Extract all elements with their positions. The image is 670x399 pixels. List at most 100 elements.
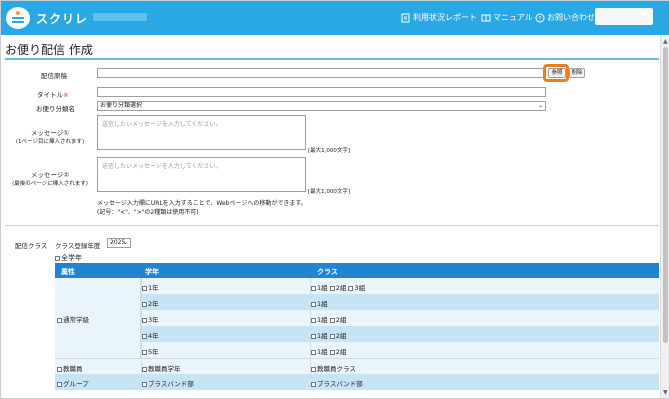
group-grade-cell[interactable]: ブラスバンド部 xyxy=(142,378,194,388)
app-header: スクリレ 利用状況レポート マニュアル ? お問い合わせ xyxy=(1,1,669,35)
staff-grade-label: 教職員学年 xyxy=(148,365,181,373)
column-divider xyxy=(310,278,311,390)
table-row: 1年 1組 2組 3組 xyxy=(55,278,659,294)
scroll-up-icon[interactable]: ▲ xyxy=(663,38,668,45)
scroll-thumb[interactable] xyxy=(663,47,668,343)
app-window: スクリレ 利用状況レポート マニュアル ? お問い合わせ お便り配信 作成 配信… xyxy=(0,0,670,399)
checkbox-box[interactable] xyxy=(311,317,316,323)
symbol-note: (記号："<"、">"の2種類は使用不可) xyxy=(97,209,199,216)
grade-cell[interactable]: 5年 xyxy=(142,346,159,356)
table-row: 3年 1組 2組 xyxy=(55,310,659,326)
header-class: クラス xyxy=(317,268,338,276)
url-note: メッセージ入力欄にURLを入力することで、Webページへの移動ができます。 xyxy=(97,200,307,207)
table-row: グループ ブラスバンド部 ブラスバンド部 xyxy=(55,374,659,390)
app-logo-icon[interactable] xyxy=(6,7,30,29)
class-label: 1組 xyxy=(317,300,328,308)
checkbox-box[interactable] xyxy=(311,285,316,291)
regular-attr-cell: 通常学級 xyxy=(55,278,141,358)
grade-cell[interactable]: 1年 xyxy=(142,282,159,292)
class-label: 2組 xyxy=(335,316,347,324)
contact-link[interactable]: ? お問い合わせ xyxy=(535,12,595,23)
table-header: 属性 学年 クラス xyxy=(55,263,659,278)
regular-attr-checkbox[interactable]: 通常学級 xyxy=(57,314,89,324)
checkbox-box[interactable] xyxy=(57,317,62,323)
checkbox-box[interactable] xyxy=(57,381,62,387)
message1-label-text: メッセージ① xyxy=(30,129,70,137)
staff-class-cell[interactable]: 教職員クラス xyxy=(311,363,356,373)
class-cell: 1組 2組 3組 xyxy=(311,282,365,292)
grade-cell[interactable]: 2年 xyxy=(142,298,159,308)
report-icon xyxy=(401,13,410,22)
app-title: スクリレ xyxy=(36,12,89,26)
category-select[interactable]: お便り分類選択 ⌄ xyxy=(97,101,546,111)
checkbox-box[interactable] xyxy=(329,333,335,339)
checkbox-box[interactable] xyxy=(348,285,354,291)
page-title: お便り配信 作成 xyxy=(5,43,93,57)
usage-report-link[interactable]: 利用状況レポート xyxy=(401,12,477,23)
class-cell: 1組 2組 xyxy=(311,330,346,340)
chevron-down-icon[interactable] xyxy=(639,11,649,18)
grade-cell[interactable]: 4年 xyxy=(142,330,159,340)
title-label-text: タイトル xyxy=(37,91,63,99)
header-grade: 学年 xyxy=(145,268,159,276)
message2-sub-label: (最後のページに挿入されます) xyxy=(12,181,88,187)
section-divider xyxy=(5,225,659,226)
message2-label-text: メッセージ② xyxy=(30,171,70,179)
checkbox-box[interactable] xyxy=(55,255,60,261)
checkbox-box[interactable] xyxy=(311,301,316,307)
checkbox-box[interactable] xyxy=(142,317,147,323)
checkbox-box[interactable] xyxy=(311,333,316,339)
grade-cell[interactable]: 3年 xyxy=(142,314,159,324)
group-class-cell[interactable]: ブラスバンド部 xyxy=(311,378,363,388)
checkbox-box[interactable] xyxy=(142,285,147,291)
clear-button[interactable]: 削除 xyxy=(569,68,585,78)
message1-textarea[interactable]: 送信したいメッセージを入力してください。 xyxy=(97,115,306,150)
attachment-file-field[interactable] xyxy=(97,68,546,78)
message2-textarea[interactable]: 送信したいメッセージを入力してください。 xyxy=(97,157,306,192)
checkbox-box[interactable] xyxy=(311,366,316,372)
class-cell: 1組 2組 xyxy=(311,346,346,356)
staff-grade-cell[interactable]: 教職員学年 xyxy=(142,363,181,373)
checkbox-box[interactable] xyxy=(142,349,147,355)
checkbox-box[interactable] xyxy=(57,366,62,372)
category-select-value: お便り分類選択 xyxy=(100,102,143,109)
message2-label: メッセージ② (最後のページに挿入されます) xyxy=(11,169,89,187)
school-name-blurred xyxy=(93,13,147,21)
chevron-down-icon: ⌄ xyxy=(122,239,128,246)
checkbox-box[interactable] xyxy=(311,381,316,387)
table-row: 4年 1組 2組 xyxy=(55,326,659,342)
staff-attr-cell[interactable]: 教職員 xyxy=(57,363,83,373)
group-attr-cell[interactable]: グループ xyxy=(57,378,89,388)
checkbox-box[interactable] xyxy=(329,349,335,355)
checkbox-box[interactable] xyxy=(329,317,335,323)
title-label: タイトル※ xyxy=(37,89,68,99)
checkbox-box[interactable] xyxy=(142,366,147,372)
vertical-scrollbar[interactable]: ▲ ▼ xyxy=(660,35,669,398)
all-grades-checkbox[interactable]: 全学年 xyxy=(55,253,82,263)
checkbox-box[interactable] xyxy=(142,381,147,387)
grade-label: 1年 xyxy=(148,284,159,292)
checkbox-box[interactable] xyxy=(329,285,335,291)
title-input[interactable] xyxy=(97,87,546,97)
class-label: 2組 xyxy=(335,332,347,340)
table-row: 教職員 教職員学年 教職員クラス xyxy=(55,358,659,374)
manual-link[interactable]: マニュアル xyxy=(481,12,533,23)
chevron-down-icon: ⌄ xyxy=(537,102,543,109)
usage-report-label: 利用状況レポート xyxy=(413,13,477,22)
scroll-down-icon[interactable]: ▼ xyxy=(663,389,668,396)
checkbox-box[interactable] xyxy=(311,349,316,355)
required-mark: ※ xyxy=(63,91,69,99)
class-label: 2組 xyxy=(335,348,347,356)
class-label: 1組 xyxy=(317,316,328,324)
checkbox-box[interactable] xyxy=(142,333,147,339)
class-label: 2組 xyxy=(335,284,347,292)
category-label: お便り分類名 xyxy=(36,105,75,113)
grade-label: 5年 xyxy=(148,348,159,356)
title-divider xyxy=(5,58,659,60)
class-label: 配信クラス xyxy=(15,242,48,250)
checkbox-box[interactable] xyxy=(142,301,147,307)
column-divider xyxy=(141,278,142,390)
attachment-label: 配信原稿 xyxy=(41,72,67,80)
group-grade-label: ブラスバンド部 xyxy=(148,380,194,388)
year-select[interactable]: 2025 ⌄ xyxy=(107,238,131,248)
